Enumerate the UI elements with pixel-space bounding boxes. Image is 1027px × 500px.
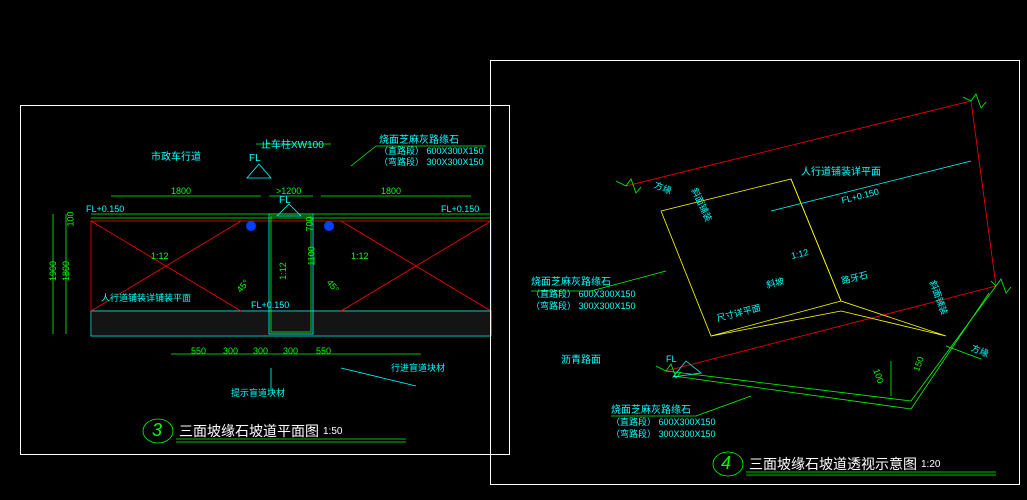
lbl-fl150-r: FL+0.150 — [441, 204, 479, 214]
lbl-slope-v: 1:12 — [278, 262, 288, 280]
lbl-d1900v: 1900 — [48, 261, 58, 281]
lbl-fl150-l: FL+0.150 — [86, 204, 124, 214]
title-rule-4 — [746, 471, 996, 477]
lbl-d1800b: 1800 — [381, 186, 401, 196]
lbl-d550b: 550 — [316, 346, 331, 356]
lbl-fl1: FL — [249, 153, 261, 164]
lbl-ped: 人行道铺装详铺装平面 — [101, 291, 191, 304]
lbl-curb2-cv: （弯路段） 300X300X150 — [611, 427, 716, 440]
lbl-d1800v: 1800 — [61, 261, 71, 281]
lbl-d300c: 300 — [283, 346, 298, 356]
lbl-curb-r-cv: （弯路段） 300X300X150 — [531, 299, 636, 312]
lbl-slope-r: 1:12 — [351, 251, 369, 261]
perspective-frame: 人行道铺装详平面 方缘 方缘 斜面铺装 斜面铺装 FL+0.150 1:12 路… — [490, 60, 1020, 485]
lbl-slope-l: 1:12 — [151, 251, 169, 261]
lbl-asphalt: 沥青路面 — [561, 351, 601, 366]
title-num-4: 4 — [721, 453, 731, 474]
lbl-fl150-b: FL+0.150 — [251, 300, 289, 310]
lbl-curb2: 烧面芝麻灰路缘石 — [611, 401, 691, 416]
lbl-d1200: >1200 — [276, 186, 301, 196]
lbl-d1100: 1100 — [307, 246, 317, 265]
title-rule-3 — [176, 438, 406, 444]
lbl-curb-r: 烧面芝麻灰路缘石 — [531, 273, 611, 288]
lbl-blind-hint: 提示盲道块材 — [231, 386, 285, 399]
lbl-stop-block: 止车柱XW100 — [261, 136, 324, 151]
lbl-blind-walk: 行进盲道块材 — [391, 361, 445, 374]
lbl-d700: 700 — [305, 216, 315, 231]
lbl-d300a: 300 — [223, 346, 238, 356]
title-num-3: 3 — [152, 420, 162, 441]
lbl-d300b: 300 — [253, 346, 268, 356]
lbl-fl-r: FL — [666, 354, 677, 364]
lbl-d100v: 100 — [66, 211, 76, 226]
plan-view-frame: 市政车行道 止车柱XW100 烧面芝麻灰路缘石 （直路段） 600X300X15… — [20, 105, 510, 455]
title-scale-3: 1:50 — [323, 426, 342, 437]
lbl-d550a: 550 — [191, 346, 206, 356]
lbl-fl2: FL — [279, 195, 291, 206]
lbl-road: 市政车行道 — [151, 148, 201, 163]
title-scale-4: 1:20 — [921, 459, 940, 470]
lbl-d1800a: 1800 — [171, 186, 191, 196]
lbl-ped-plane: 人行道铺装详平面 — [801, 163, 881, 178]
lbl-curb-cv: （弯路段） 300X300X150 — [379, 155, 484, 168]
